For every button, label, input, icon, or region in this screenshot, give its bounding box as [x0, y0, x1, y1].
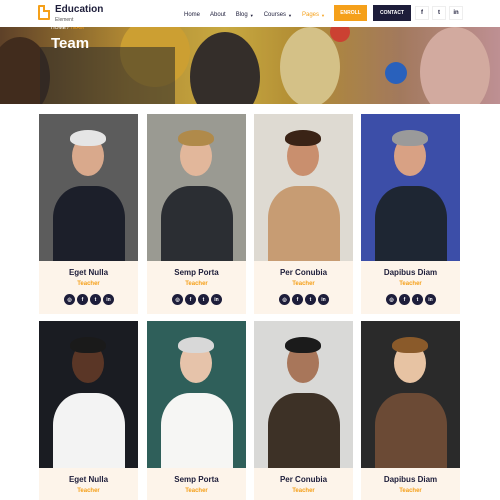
facebook-icon[interactable]: f: [292, 294, 303, 305]
linkedin-icon[interactable]: in: [449, 6, 463, 20]
chevron-down-icon: ▼: [288, 12, 292, 18]
team-member-photo: [361, 321, 460, 468]
team-member-social-links: ◎ f t in: [64, 294, 114, 305]
site-header: Education Element Home About Blog ▼ Cours…: [0, 0, 500, 27]
instagram-icon[interactable]: ◎: [64, 294, 75, 305]
team-member-name[interactable]: Eget Nulla: [39, 475, 138, 484]
team-member-name[interactable]: Semp Porta: [147, 475, 246, 484]
linkedin-icon[interactable]: in: [103, 294, 114, 305]
twitter-icon[interactable]: t: [90, 294, 101, 305]
team-member-role: Teacher: [292, 281, 315, 287]
site-logo[interactable]: Education Element: [38, 4, 118, 24]
logo-title: Education: [55, 4, 104, 15]
nav-about[interactable]: About: [210, 10, 226, 20]
team-card: Per Conubia Teacher: [254, 321, 353, 500]
team-card: Dapibus Diam Teacher: [361, 321, 460, 500]
facebook-icon[interactable]: f: [399, 294, 410, 305]
team-member-role: Teacher: [399, 281, 422, 287]
twitter-icon[interactable]: t: [198, 294, 209, 305]
team-member-name[interactable]: Semp Porta: [147, 268, 246, 277]
team-member-photo: [254, 321, 353, 468]
team-card: Eget Nulla Teacher: [39, 321, 138, 500]
team-member-role: Teacher: [292, 488, 315, 494]
linkedin-icon[interactable]: in: [425, 294, 436, 305]
logo-subtitle: Element: [55, 17, 74, 23]
team-member-name[interactable]: Dapibus Diam: [361, 475, 460, 484]
chevron-down-icon: ▼: [249, 12, 254, 18]
facebook-icon[interactable]: f: [415, 6, 429, 20]
facebook-icon[interactable]: f: [77, 294, 88, 305]
linkedin-icon[interactable]: in: [318, 294, 329, 305]
team-member-social-links: ◎ f t in: [386, 294, 436, 305]
team-member-role: Teacher: [77, 281, 100, 287]
nav-blog[interactable]: Blog ▼: [236, 10, 254, 20]
team-member-name[interactable]: Dapibus Diam: [361, 268, 460, 277]
chevron-down-icon: ▼: [321, 12, 325, 18]
team-member-photo: [254, 114, 353, 261]
main-nav: Home About Blog ▼ Courses ▼ Pages ▼: [184, 10, 335, 20]
team-card: Semp Porta Teacher ◎ f t in: [147, 114, 246, 314]
document-logo-icon: [38, 5, 50, 20]
facebook-icon[interactable]: f: [185, 294, 196, 305]
team-card: Semp Porta Teacher: [147, 321, 246, 500]
enroll-button[interactable]: ENROLL: [334, 5, 367, 21]
team-member-photo: [147, 114, 246, 261]
team-member-photo: [361, 114, 460, 261]
team-card: Per Conubia Teacher ◎ f t in: [254, 114, 353, 314]
team-member-name[interactable]: Eget Nulla: [39, 268, 138, 277]
instagram-icon[interactable]: ◎: [279, 294, 290, 305]
team-member-social-links: ◎ f t in: [172, 294, 222, 305]
instagram-icon[interactable]: ◎: [172, 294, 183, 305]
team-card: Dapibus Diam Teacher ◎ f t in: [361, 114, 460, 314]
instagram-icon[interactable]: ◎: [386, 294, 397, 305]
nav-home[interactable]: Home: [184, 10, 200, 20]
team-member-name[interactable]: Per Conubia: [254, 268, 353, 277]
twitter-icon[interactable]: t: [432, 6, 446, 20]
hero-title-box: [40, 47, 175, 104]
linkedin-icon[interactable]: in: [211, 294, 222, 305]
team-member-role: Teacher: [399, 488, 422, 494]
team-member-social-links: ◎ f t in: [279, 294, 329, 305]
page-title: Team: [51, 35, 90, 52]
twitter-icon[interactable]: t: [305, 294, 316, 305]
twitter-icon[interactable]: t: [412, 294, 423, 305]
team-member-photo: [39, 114, 138, 261]
team-member-name[interactable]: Per Conubia: [254, 475, 353, 484]
team-member-photo: [147, 321, 246, 468]
nav-courses[interactable]: Courses ▼: [264, 10, 292, 20]
nav-pages[interactable]: Pages ▼: [302, 10, 325, 20]
contact-button[interactable]: CONTACT: [373, 5, 411, 21]
team-card: Eget Nulla Teacher ◎ f t in: [39, 114, 138, 314]
team-member-photo: [39, 321, 138, 468]
team-member-role: Teacher: [185, 281, 208, 287]
team-member-role: Teacher: [185, 488, 208, 494]
team-member-role: Teacher: [77, 488, 100, 494]
header-social-links: f t in: [415, 6, 463, 20]
